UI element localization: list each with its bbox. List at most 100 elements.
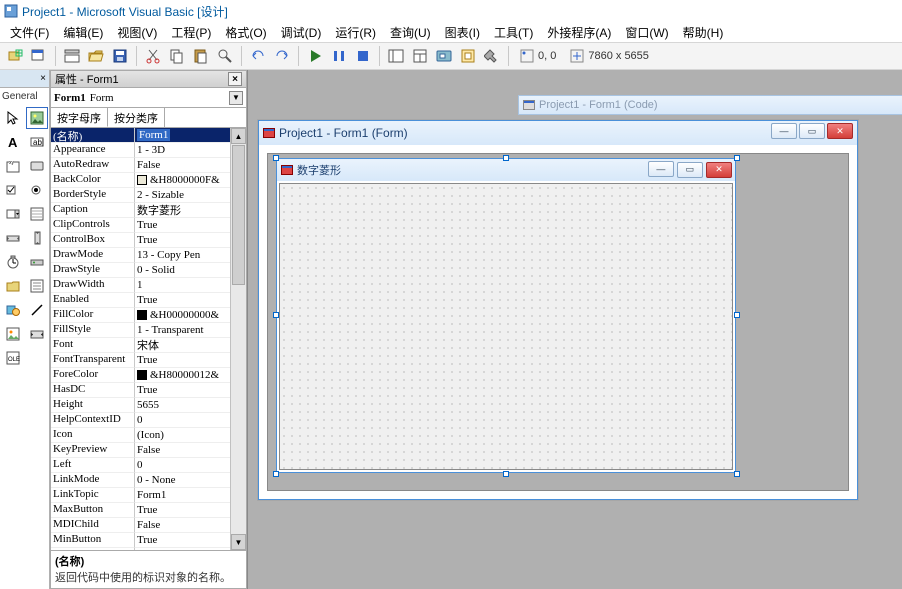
property-row[interactable]: MaxButtonTrue: [51, 503, 246, 518]
add-project-button[interactable]: [4, 45, 26, 67]
form-designer-window[interactable]: Project1 - Form1 (Form) — ▭ ✕ 数字菱形 — ▭: [258, 120, 858, 500]
form-layout-button[interactable]: [433, 45, 455, 67]
property-row[interactable]: FontTransparentTrue: [51, 353, 246, 368]
resize-handle[interactable]: [503, 155, 509, 161]
property-row[interactable]: DrawWidth1: [51, 278, 246, 293]
tool-checkbox[interactable]: [2, 179, 24, 201]
scroll-up-icon[interactable]: ▲: [231, 128, 246, 144]
minimize-button[interactable]: —: [771, 123, 797, 139]
menu-format[interactable]: 格式(O): [219, 23, 272, 42]
menu-addins[interactable]: 外接程序(A): [541, 23, 617, 42]
tool-listbox[interactable]: [26, 203, 48, 225]
tool-line[interactable]: [26, 299, 48, 321]
run-button[interactable]: [304, 45, 326, 67]
resize-handle[interactable]: [503, 471, 509, 477]
property-row[interactable]: HelpContextID0: [51, 413, 246, 428]
property-row[interactable]: EnabledTrue: [51, 293, 246, 308]
property-row[interactable]: AutoRedrawFalse: [51, 158, 246, 173]
menu-file[interactable]: 文件(F): [4, 23, 55, 42]
tool-pointer[interactable]: [2, 107, 24, 129]
tool-timer[interactable]: [2, 251, 24, 273]
property-row[interactable]: MinButtonTrue: [51, 533, 246, 548]
property-row[interactable]: LinkTopicForm1: [51, 488, 246, 503]
form-maximize-button[interactable]: ▭: [677, 162, 703, 178]
property-row[interactable]: Height5655: [51, 398, 246, 413]
tool-commandbutton[interactable]: [26, 155, 48, 177]
tool-hscrollbar[interactable]: [2, 227, 24, 249]
maximize-button[interactable]: ▭: [799, 123, 825, 139]
tool-shape[interactable]: [2, 299, 24, 321]
property-row[interactable]: Font宋体: [51, 338, 246, 353]
save-button[interactable]: [109, 45, 131, 67]
menu-tools[interactable]: 工具(T): [488, 23, 539, 42]
tool-combobox[interactable]: [2, 203, 24, 225]
tool-optionbutton[interactable]: [26, 179, 48, 201]
property-row[interactable]: BackColor&H8000000F&: [51, 173, 246, 188]
property-row[interactable]: Icon(Icon): [51, 428, 246, 443]
tab-alphabetic[interactable]: 按字母序: [51, 108, 108, 127]
tool-drivelistbox[interactable]: [26, 251, 48, 273]
tool-picturebox[interactable]: [26, 107, 48, 129]
toolbox-tab-general[interactable]: General: [0, 88, 49, 105]
menu-run[interactable]: 运行(R): [329, 23, 382, 42]
designer-titlebar[interactable]: Project1 - Form1 (Form) — ▭ ✕: [259, 121, 857, 145]
properties-scrollbar[interactable]: ▲ ▼: [230, 128, 246, 550]
scroll-down-icon[interactable]: ▼: [231, 534, 246, 550]
copy-button[interactable]: [166, 45, 188, 67]
break-button[interactable]: [328, 45, 350, 67]
form-grid-surface[interactable]: [279, 183, 733, 470]
menu-diagram[interactable]: 图表(I): [439, 23, 486, 42]
properties-object-dropdown[interactable]: Form1 Form ▼: [50, 88, 247, 108]
property-row[interactable]: FillColor&H00000000&: [51, 308, 246, 323]
property-row[interactable]: MDIChildFalse: [51, 518, 246, 533]
undo-button[interactable]: [247, 45, 269, 67]
property-row[interactable]: KeyPreviewFalse: [51, 443, 246, 458]
properties-close-button[interactable]: ×: [228, 72, 242, 86]
menu-edit[interactable]: 编辑(E): [57, 23, 109, 42]
close-button[interactable]: ✕: [827, 123, 853, 139]
tool-frame[interactable]: xy: [2, 155, 24, 177]
open-button[interactable]: [85, 45, 107, 67]
property-row[interactable]: LinkMode0 - None: [51, 473, 246, 488]
object-browser-button[interactable]: [457, 45, 479, 67]
properties-grid[interactable]: ▲ ▼ (名称)Form1Appearance1 - 3DAutoRedrawF…: [50, 128, 247, 551]
tool-image[interactable]: [2, 323, 24, 345]
form-preview[interactable]: 数字菱形 — ▭ ✕: [276, 158, 736, 473]
property-row[interactable]: Left0: [51, 458, 246, 473]
properties-button[interactable]: [409, 45, 431, 67]
form-minimize-button[interactable]: —: [648, 161, 674, 177]
cut-button[interactable]: [142, 45, 164, 67]
menu-window[interactable]: 窗口(W): [619, 23, 674, 42]
paste-button[interactable]: [190, 45, 212, 67]
property-row[interactable]: Caption数字菱形: [51, 203, 246, 218]
tool-dirlistbox[interactable]: [2, 275, 24, 297]
tool-ole[interactable]: OLE: [2, 347, 24, 369]
property-row[interactable]: BorderStyle2 - Sizable: [51, 188, 246, 203]
resize-handle[interactable]: [734, 312, 740, 318]
toolbox-close-icon[interactable]: ×: [40, 73, 46, 84]
add-form-button[interactable]: [28, 45, 50, 67]
property-row[interactable]: DrawStyle0 - Solid: [51, 263, 246, 278]
property-row[interactable]: (名称)Form1: [51, 128, 246, 143]
property-row[interactable]: ControlBoxTrue: [51, 233, 246, 248]
resize-handle[interactable]: [734, 471, 740, 477]
code-window-titlebar[interactable]: Project1 - Form1 (Code): [518, 95, 902, 115]
tool-textbox[interactable]: ab|: [26, 131, 48, 153]
stop-button[interactable]: [352, 45, 374, 67]
toolbox-button[interactable]: [481, 45, 503, 67]
property-row[interactable]: Appearance1 - 3D: [51, 143, 246, 158]
menu-query[interactable]: 查询(U): [384, 23, 437, 42]
menu-editor-button[interactable]: [61, 45, 83, 67]
menu-project[interactable]: 工程(P): [165, 23, 217, 42]
property-row[interactable]: ForeColor&H80000012&: [51, 368, 246, 383]
project-explorer-button[interactable]: [385, 45, 407, 67]
resize-handle[interactable]: [734, 155, 740, 161]
form-close-button[interactable]: ✕: [706, 162, 732, 178]
property-row[interactable]: DrawMode13 - Copy Pen: [51, 248, 246, 263]
redo-button[interactable]: [271, 45, 293, 67]
tab-categorized[interactable]: 按分类序: [108, 108, 165, 127]
tool-label[interactable]: A: [2, 131, 24, 153]
property-row[interactable]: FillStyle1 - Transparent: [51, 323, 246, 338]
tool-data[interactable]: [26, 323, 48, 345]
property-row[interactable]: HasDCTrue: [51, 383, 246, 398]
